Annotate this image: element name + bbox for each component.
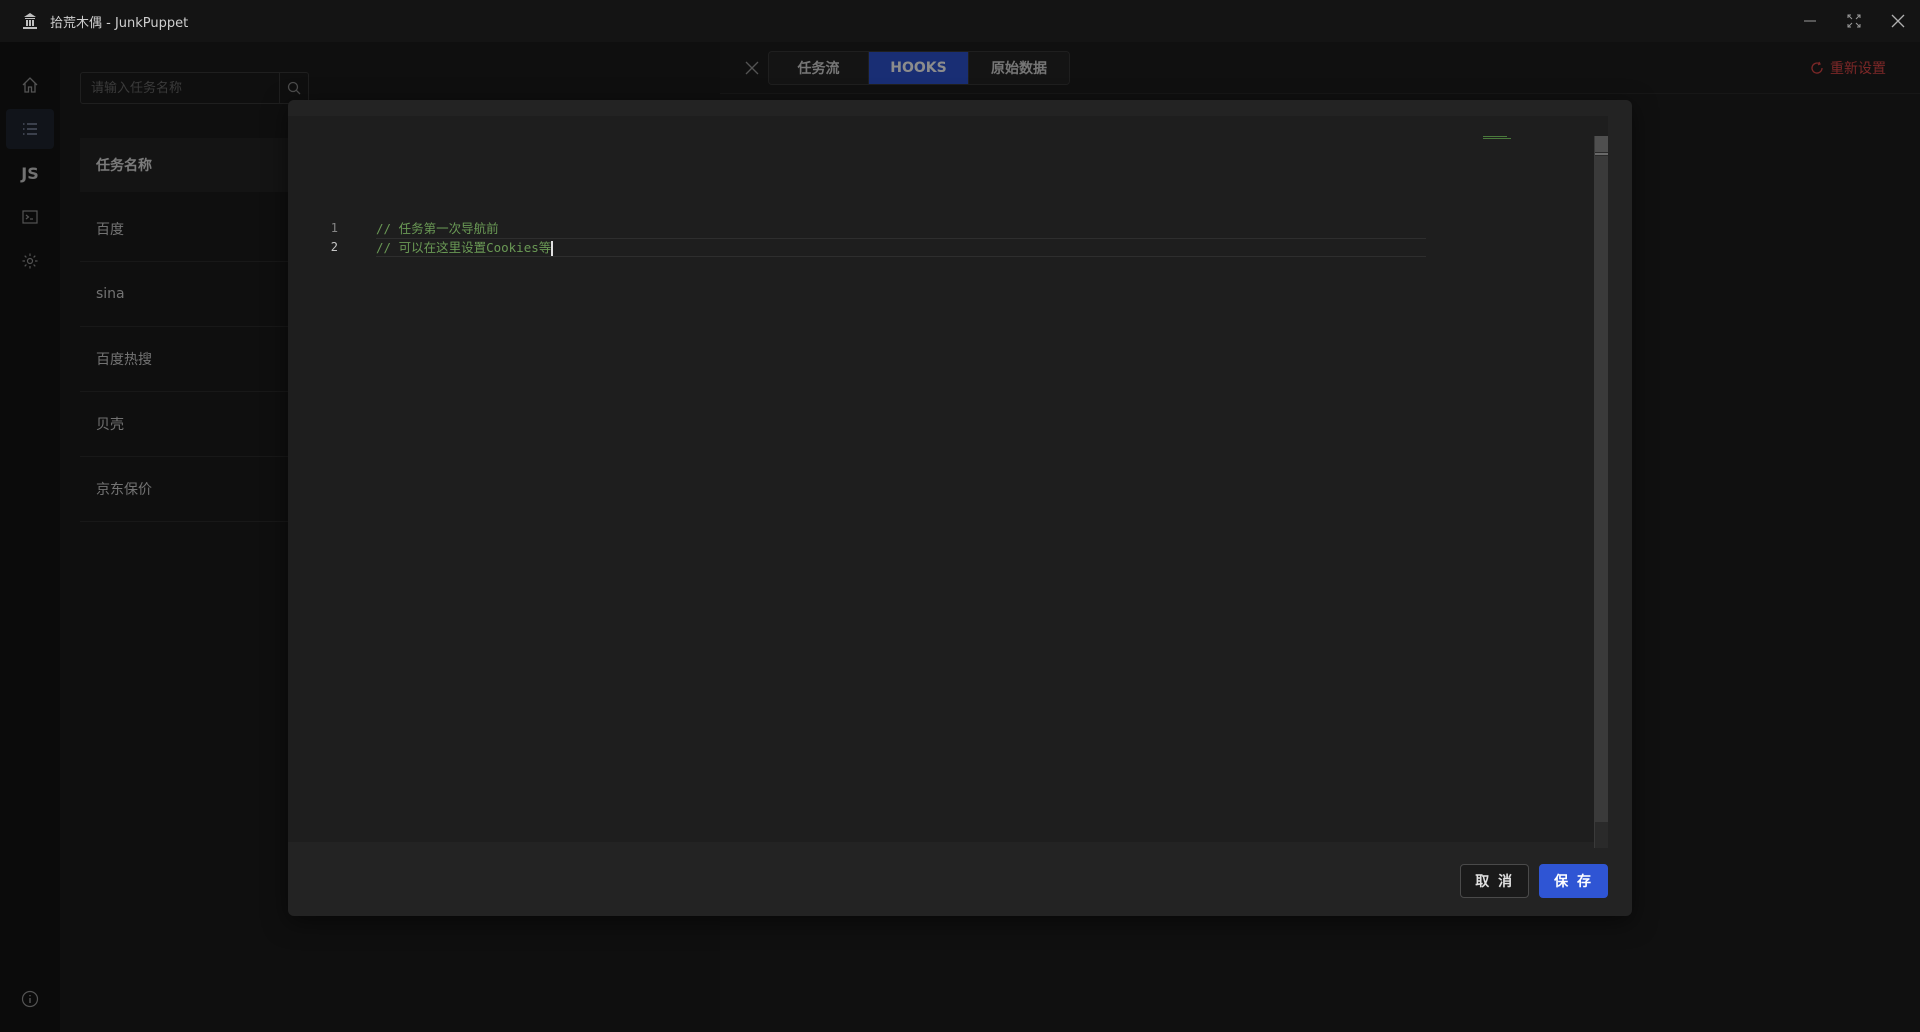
hooks-editor-modal: 1 2 // 任务第一次导航前 // 可以在这里设置Cookies等 取 消 保…	[288, 100, 1632, 916]
text-cursor	[551, 241, 554, 256]
modal-footer: 取 消 保 存	[1460, 864, 1608, 898]
minimap[interactable]	[1483, 136, 1511, 140]
minimize-icon	[1804, 20, 1816, 22]
app-logo-icon	[20, 11, 40, 31]
line-number: 2	[330, 240, 338, 254]
code-line-text: // 可以在这里设置Cookies等	[376, 240, 552, 255]
app-title: 拾荒木偶 - JunkPuppet	[50, 15, 189, 31]
scrollbar-cursor-marker	[1595, 153, 1608, 155]
line-number-gutter: 1 2	[288, 116, 358, 842]
close-window-button[interactable]	[1876, 0, 1920, 42]
save-button[interactable]: 保 存	[1539, 864, 1608, 898]
scrollbar-region[interactable]	[1595, 156, 1608, 822]
scrollbar-thumb[interactable]	[1595, 136, 1608, 152]
close-icon	[1891, 14, 1905, 28]
maximize-button[interactable]	[1832, 0, 1876, 42]
minimize-button[interactable]	[1788, 0, 1832, 42]
code-line[interactable]: // 可以在这里设置Cookies等	[376, 238, 554, 257]
window-controls	[1788, 0, 1920, 42]
title-bar: 拾荒木偶 - JunkPuppet	[0, 0, 1920, 42]
code-line[interactable]: // 任务第一次导航前	[376, 219, 499, 238]
code-line-text: // 任务第一次导航前	[376, 221, 499, 236]
cancel-button[interactable]: 取 消	[1460, 864, 1530, 898]
code-editor[interactable]: 1 2 // 任务第一次导航前 // 可以在这里设置Cookies等	[288, 116, 1608, 848]
line-number: 1	[330, 221, 338, 235]
expand-icon	[1847, 14, 1861, 28]
